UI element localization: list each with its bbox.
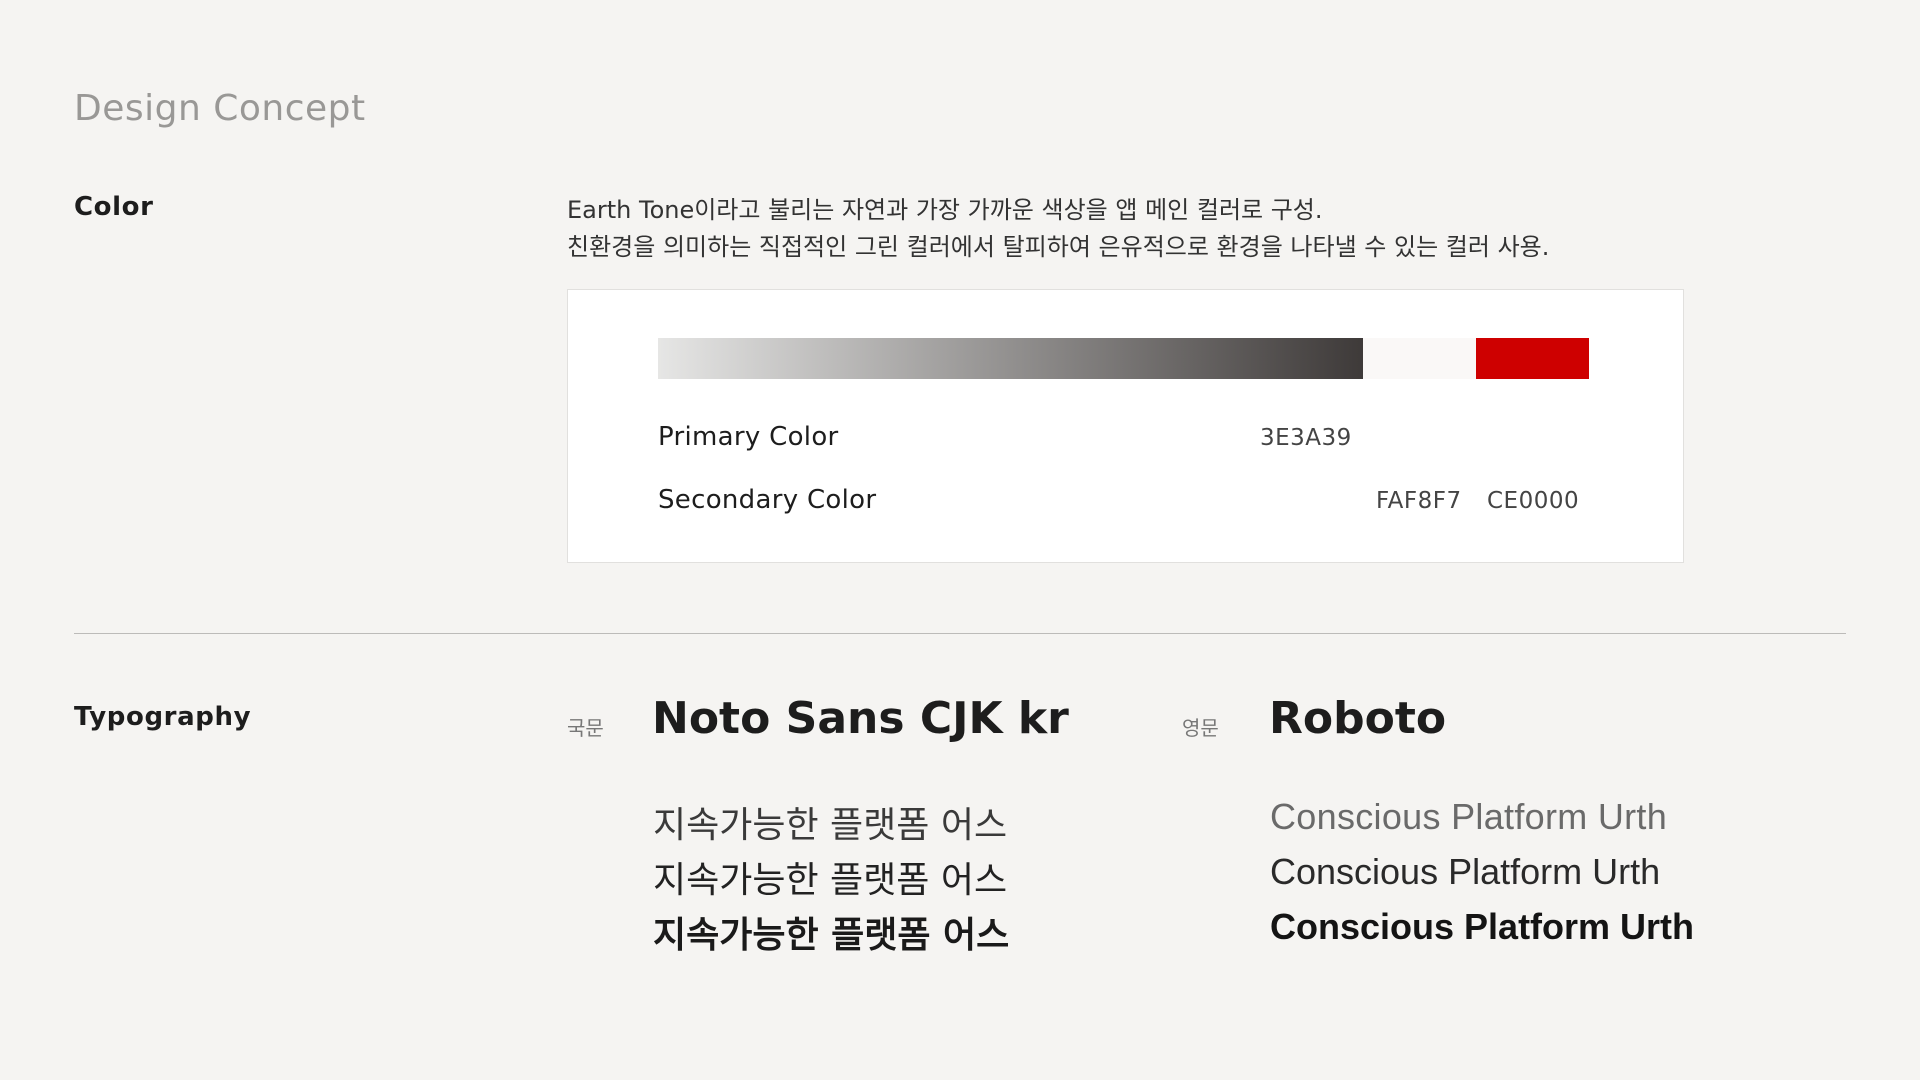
typography-section-label: Typography <box>74 702 252 732</box>
primary-color-label: Primary Color <box>658 422 839 452</box>
english-sample-light: Conscious Platform Urth <box>1270 796 1668 837</box>
color-description-line: Earth Tone이라고 불리는 자연과 가장 가까운 색상을 앱 메인 컬러… <box>567 196 1323 224</box>
color-section-label: Color <box>74 192 154 222</box>
english-font-name: Roboto <box>1269 693 1447 744</box>
color-swatch-bar <box>658 338 1589 379</box>
section-divider <box>74 633 1846 634</box>
english-font-tag: 영문 <box>1182 716 1219 740</box>
korean-font-tag: 국문 <box>567 716 604 740</box>
primary-gradient-swatch <box>658 338 1363 379</box>
page-title: Design Concept <box>74 88 366 129</box>
korean-sample-regular: 지속가능한 플랫폼 어스 <box>653 860 1008 901</box>
color-description: Earth Tone이라고 불리는 자연과 가장 가까운 색상을 앱 메인 컬러… <box>567 192 1549 266</box>
color-description-line: 친환경을 의미하는 직접적인 그린 컬러에서 탈피하여 은유적으로 환경을 나타… <box>567 233 1550 261</box>
secondary-light-swatch <box>1363 338 1476 379</box>
korean-sample-light: 지속가능한 플랫폼 어스 <box>653 805 1008 846</box>
korean-sample-bold: 지속가능한 플랫폼 어스 <box>653 915 1010 956</box>
secondary-color-hex-red: CE0000 <box>1487 488 1580 514</box>
korean-font-name: Noto Sans CJK kr <box>652 693 1069 744</box>
primary-color-hex: 3E3A39 <box>1260 425 1352 451</box>
color-swatch-card: Primary Color 3E3A39 Secondary Color FAF… <box>567 289 1684 563</box>
english-sample-regular: Conscious Platform Urth <box>1270 851 1661 892</box>
secondary-color-hex-light: FAF8F7 <box>1376 488 1462 514</box>
english-sample-bold: Conscious Platform Urth <box>1270 906 1695 947</box>
secondary-red-swatch <box>1476 338 1589 379</box>
secondary-color-label: Secondary Color <box>658 485 877 515</box>
